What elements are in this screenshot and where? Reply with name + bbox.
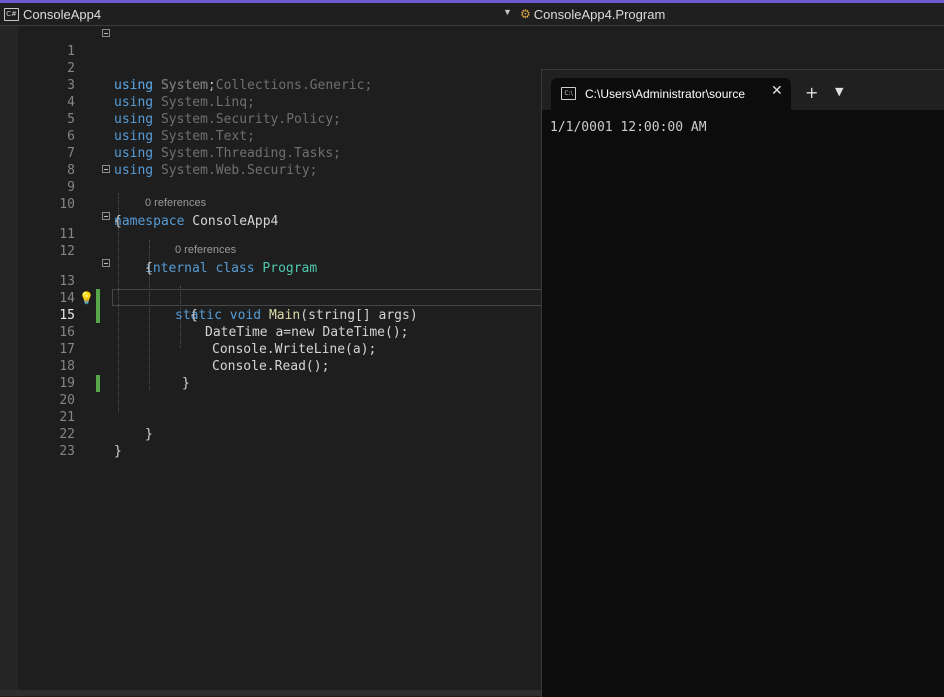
member-dropdown[interactable]: ⚙ ConsoleApp4.Program <box>520 5 665 23</box>
collapse-icon[interactable] <box>102 29 110 37</box>
csharp-project-icon: C# <box>4 7 19 21</box>
code-line: 1 using System; <box>0 26 944 93</box>
navigation-bar: C# ConsoleApp4 ▼ ⚙ ConsoleApp4.Program <box>0 3 944 26</box>
member-name: ConsoleApp4.Program <box>533 6 666 22</box>
brace: } <box>114 444 122 459</box>
class-icon: ⚙ <box>520 7 531 21</box>
chevron-down-icon[interactable]: ▼ <box>835 85 843 98</box>
line-number: 23 <box>59 444 75 459</box>
codelens-references[interactable]: 0 references <box>145 196 206 210</box>
terminal-tab-bar: C:\ C:\Users\Administrator\source ✕ + ▼ <box>542 70 944 110</box>
collapse-icon[interactable] <box>102 259 110 267</box>
terminal-tab[interactable]: C:\ C:\Users\Administrator\source ✕ <box>551 78 791 110</box>
dropdown-arrow-icon[interactable]: ▼ <box>503 7 512 17</box>
collapse-icon[interactable] <box>102 165 110 173</box>
console-icon: C:\ <box>561 87 576 100</box>
terminal-output: 1/1/0001 12:00:00 AM <box>550 120 707 135</box>
new-tab-icon[interactable]: + <box>805 83 818 102</box>
collapse-icon[interactable] <box>102 212 110 220</box>
project-dropdown[interactable]: C# ConsoleApp4 <box>4 5 514 23</box>
terminal-window[interactable]: C:\ C:\Users\Administrator\source ✕ + ▼ … <box>541 69 944 697</box>
terminal-tab-title: C:\Users\Administrator\source <box>585 87 746 101</box>
codelens-references[interactable]: 0 references <box>175 243 236 257</box>
code-line: 2 using System.Collections.Generic; <box>0 43 944 93</box>
close-icon[interactable]: ✕ <box>771 83 783 99</box>
project-name: ConsoleApp4 <box>23 6 102 22</box>
